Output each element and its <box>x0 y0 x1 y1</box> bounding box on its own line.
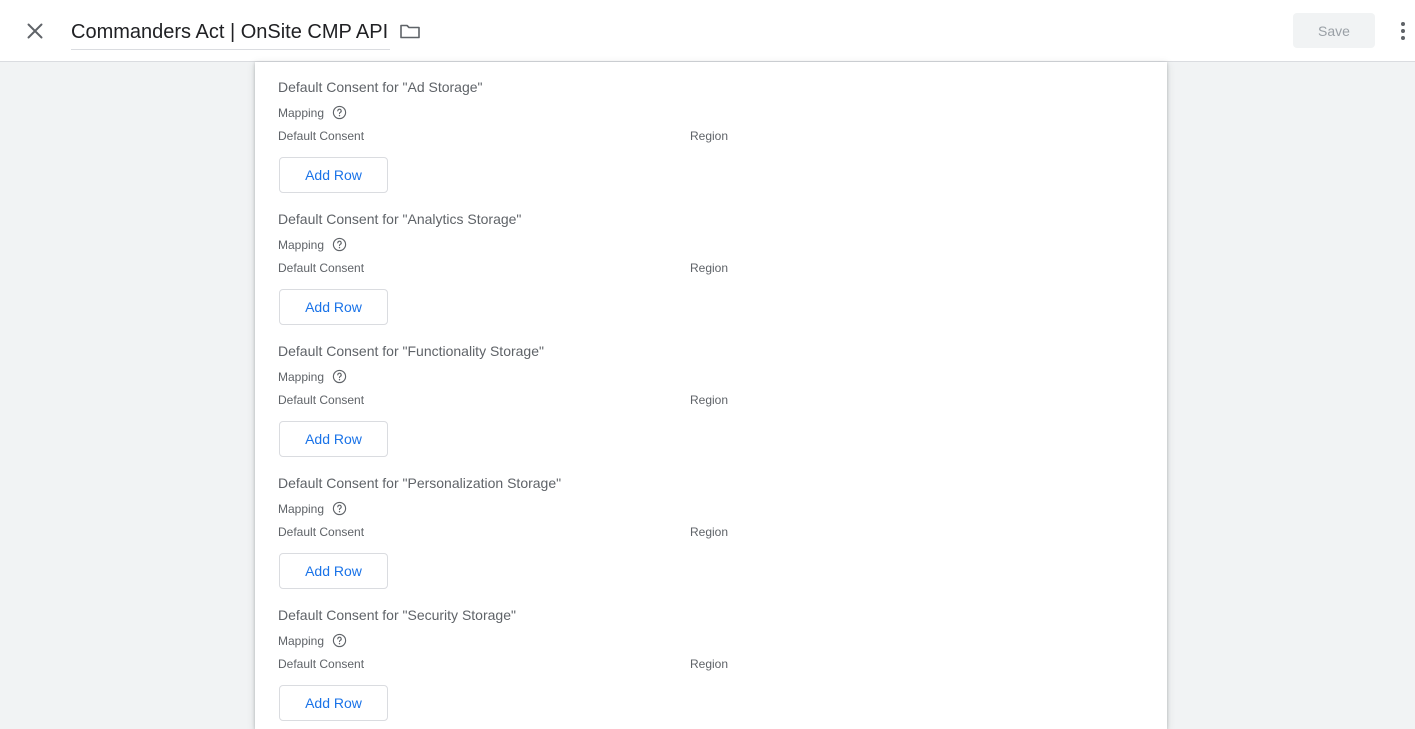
consent-section-personalization-storage: Default Consent for "Personalization Sto… <box>255 458 1167 590</box>
help-icon[interactable] <box>332 105 347 120</box>
mapping-label: Mapping <box>278 237 325 252</box>
mapping-row: Mapping <box>278 369 347 384</box>
add-row-button[interactable]: Add Row <box>279 685 388 721</box>
help-icon[interactable] <box>332 501 347 516</box>
column-header-region: Region <box>690 129 729 143</box>
section-title: Default Consent for "Personalization Sto… <box>278 475 562 491</box>
mapping-row: Mapping <box>278 237 347 252</box>
mapping-row: Mapping <box>278 633 347 648</box>
save-button[interactable]: Save <box>1293 13 1375 48</box>
column-header-region: Region <box>690 525 729 539</box>
configuration-panel: Default Consent for "Ad Storage" Mapping… <box>255 62 1167 729</box>
column-header-default-consent: Default Consent <box>278 657 365 671</box>
column-header-default-consent: Default Consent <box>278 261 365 275</box>
folder-icon[interactable] <box>397 19 423 43</box>
consent-section-ad-storage: Default Consent for "Ad Storage" Mapping… <box>255 62 1167 194</box>
mapping-row: Mapping <box>278 105 347 120</box>
top-bar: Commanders Act | OnSite CMP API Save <box>0 0 1415 62</box>
consent-section-functionality-storage: Default Consent for "Functionality Stora… <box>255 326 1167 458</box>
add-row-button[interactable]: Add Row <box>279 421 388 457</box>
column-header-default-consent: Default Consent <box>278 129 365 143</box>
help-icon[interactable] <box>332 369 347 384</box>
column-header-region: Region <box>690 393 729 407</box>
mapping-label: Mapping <box>278 501 325 516</box>
column-header-region: Region <box>690 657 729 671</box>
mapping-label: Mapping <box>278 369 325 384</box>
section-title: Default Consent for "Security Storage" <box>278 607 516 623</box>
mapping-label: Mapping <box>278 105 325 120</box>
mapping-row: Mapping <box>278 501 347 516</box>
section-title: Default Consent for "Analytics Storage" <box>278 211 522 227</box>
title-field[interactable]: Commanders Act | OnSite CMP API <box>71 14 391 50</box>
consent-section-security-storage: Default Consent for "Security Storage" M… <box>255 590 1167 722</box>
add-row-button[interactable]: Add Row <box>279 553 388 589</box>
page-title[interactable]: Commanders Act | OnSite CMP API <box>71 15 390 49</box>
column-header-default-consent: Default Consent <box>278 525 365 539</box>
section-title: Default Consent for "Functionality Stora… <box>278 343 544 359</box>
add-row-button[interactable]: Add Row <box>279 157 388 193</box>
add-row-button[interactable]: Add Row <box>279 289 388 325</box>
column-header-default-consent: Default Consent <box>278 393 365 407</box>
help-icon[interactable] <box>332 237 347 252</box>
help-icon[interactable] <box>332 633 347 648</box>
mapping-label: Mapping <box>278 633 325 648</box>
column-header-region: Region <box>690 261 729 275</box>
close-icon[interactable] <box>22 18 48 44</box>
section-title: Default Consent for "Ad Storage" <box>278 79 483 95</box>
more-vert-icon[interactable] <box>1392 17 1414 45</box>
consent-section-analytics-storage: Default Consent for "Analytics Storage" … <box>255 194 1167 326</box>
